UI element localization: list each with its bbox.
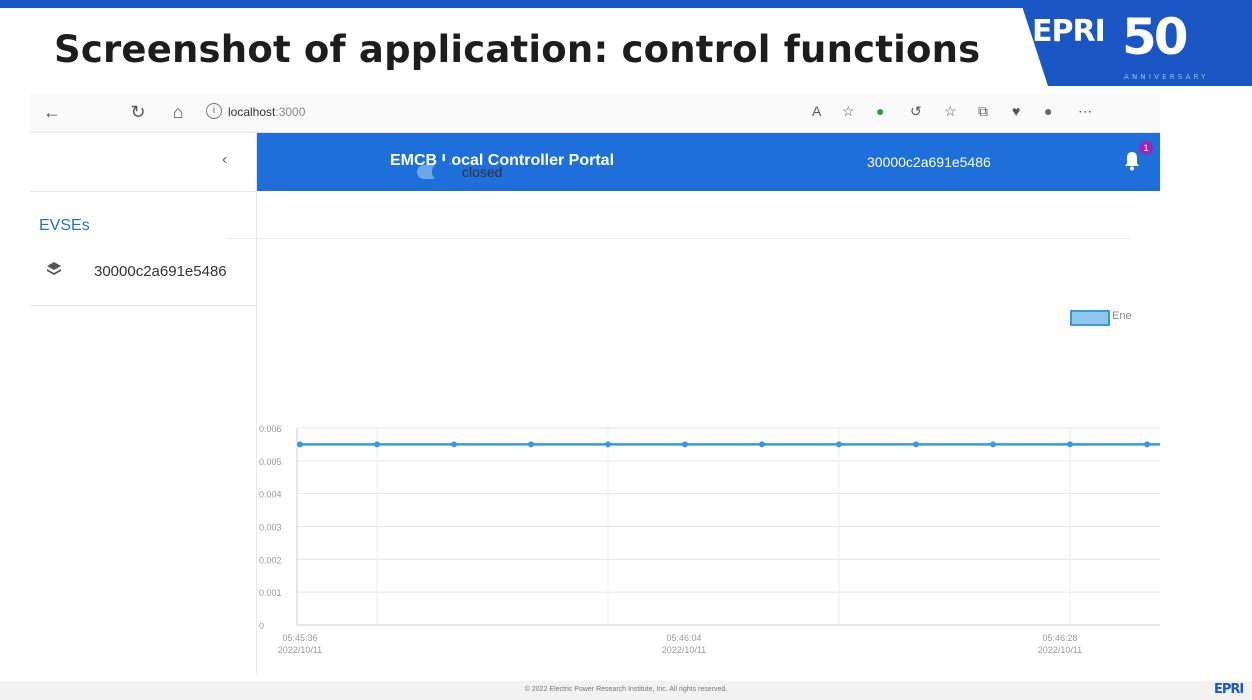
data-point[interactable] [682, 441, 688, 448]
sidebar-item-label: 30000c2a691e5486 [94, 263, 227, 280]
logo-subtext: ANNIVERSARY [1124, 73, 1209, 81]
data-point[interactable] [297, 441, 303, 448]
info-icon[interactable]: i [206, 103, 222, 119]
more-icon[interactable]: ⋯ [1078, 103, 1092, 120]
extension-icon[interactable]: ↺ [910, 103, 922, 120]
back-arrow-icon[interactable]: ← [40, 100, 64, 124]
profile-avatar[interactable]: ● [1044, 103, 1052, 119]
y-tick-label: 0.004 [259, 490, 282, 500]
browser-toolbar: ← ↻ ⌂ i localhost:3000 A ☆ ● ↺ ☆ ⧉ ♥ ● ⋯ [30, 94, 1160, 133]
read-aloud-icon[interactable]: A [812, 103, 821, 119]
close-button[interactable]: CLOSE [960, 164, 1006, 179]
section-divider [227, 238, 1130, 239]
x-tick-time: 05:46:04 [666, 633, 701, 643]
y-tick-label: 0.001 [259, 588, 282, 598]
favorites-icon[interactable]: ☆ [944, 103, 957, 120]
sidebar-item-evse[interactable]: 30000c2a691e5486 [30, 247, 256, 306]
slide-title: Screenshot of application: control funct… [54, 28, 981, 71]
x-tick-time: 05:46:28 [1042, 633, 1077, 643]
data-point[interactable] [836, 441, 842, 448]
data-point[interactable] [374, 441, 380, 448]
app-header: EMCB Local Controller Portal 30000c2a691… [257, 133, 1160, 191]
energy-chart: 0.006 0.005 0.004 0.003 0.002 0.001 0 05:45:36… [259, 424, 1160, 655]
data-point[interactable] [1067, 441, 1073, 448]
notification-badge: 1 [1139, 141, 1153, 155]
x-tick-time: 05:45:36 [282, 633, 317, 643]
reload-icon[interactable]: ↻ [126, 100, 150, 124]
footer-logo: EPRI [1214, 682, 1244, 697]
url-port: :3000 [275, 105, 306, 119]
data-point[interactable] [528, 441, 534, 448]
x-tick-date: 2022/10/11 [662, 645, 706, 655]
y-tick-label: 0.005 [259, 457, 282, 467]
logo-text: EPRI [1032, 14, 1106, 49]
open-button[interactable]: OPEN [900, 164, 938, 179]
data-point[interactable] [1144, 441, 1150, 448]
logo-number: 50 [1122, 8, 1189, 66]
url-host: localhost [228, 105, 276, 119]
data-point[interactable] [605, 441, 611, 448]
x-tick-date: 2022/10/11 [278, 645, 322, 655]
sidebar-header: ‹ [30, 133, 256, 192]
x-tick-date: 2022/10/11 [1038, 645, 1082, 655]
favorite-add-icon[interactable]: ☆ [842, 103, 855, 120]
y-tick-label: 0.003 [259, 523, 282, 533]
data-point[interactable] [913, 441, 919, 448]
grammarly-icon[interactable]: ● [876, 103, 884, 119]
switch-knob[interactable] [432, 161, 454, 183]
address-bar[interactable]: localhost:3000 [228, 105, 305, 119]
heart-icon[interactable]: ♥ [1012, 103, 1020, 119]
data-point[interactable] [990, 441, 996, 448]
sidebar-section-title: EVSEs [39, 217, 90, 234]
copyright-text: © 2022 Electric Power Research Institute… [524, 686, 728, 693]
y-tick-label: 0.006 [259, 424, 282, 434]
data-point[interactable] [451, 441, 457, 448]
chevron-left-icon[interactable]: ‹ [222, 151, 227, 169]
home-icon[interactable]: ⌂ [166, 100, 190, 124]
bell-icon[interactable] [1123, 151, 1141, 171]
data-point[interactable] [759, 441, 765, 448]
y-tick-label: 0 [259, 621, 264, 631]
collections-icon[interactable]: ⧉ [978, 103, 988, 120]
layers-icon [47, 262, 61, 275]
y-tick-label: 0.002 [259, 555, 282, 565]
switch-state-label: closed [462, 164, 503, 180]
toggle-button[interactable]: TOGGLE [1020, 164, 1076, 179]
sidebar: ‹ EVSEs 30000c2a691e5486 [30, 133, 257, 674]
